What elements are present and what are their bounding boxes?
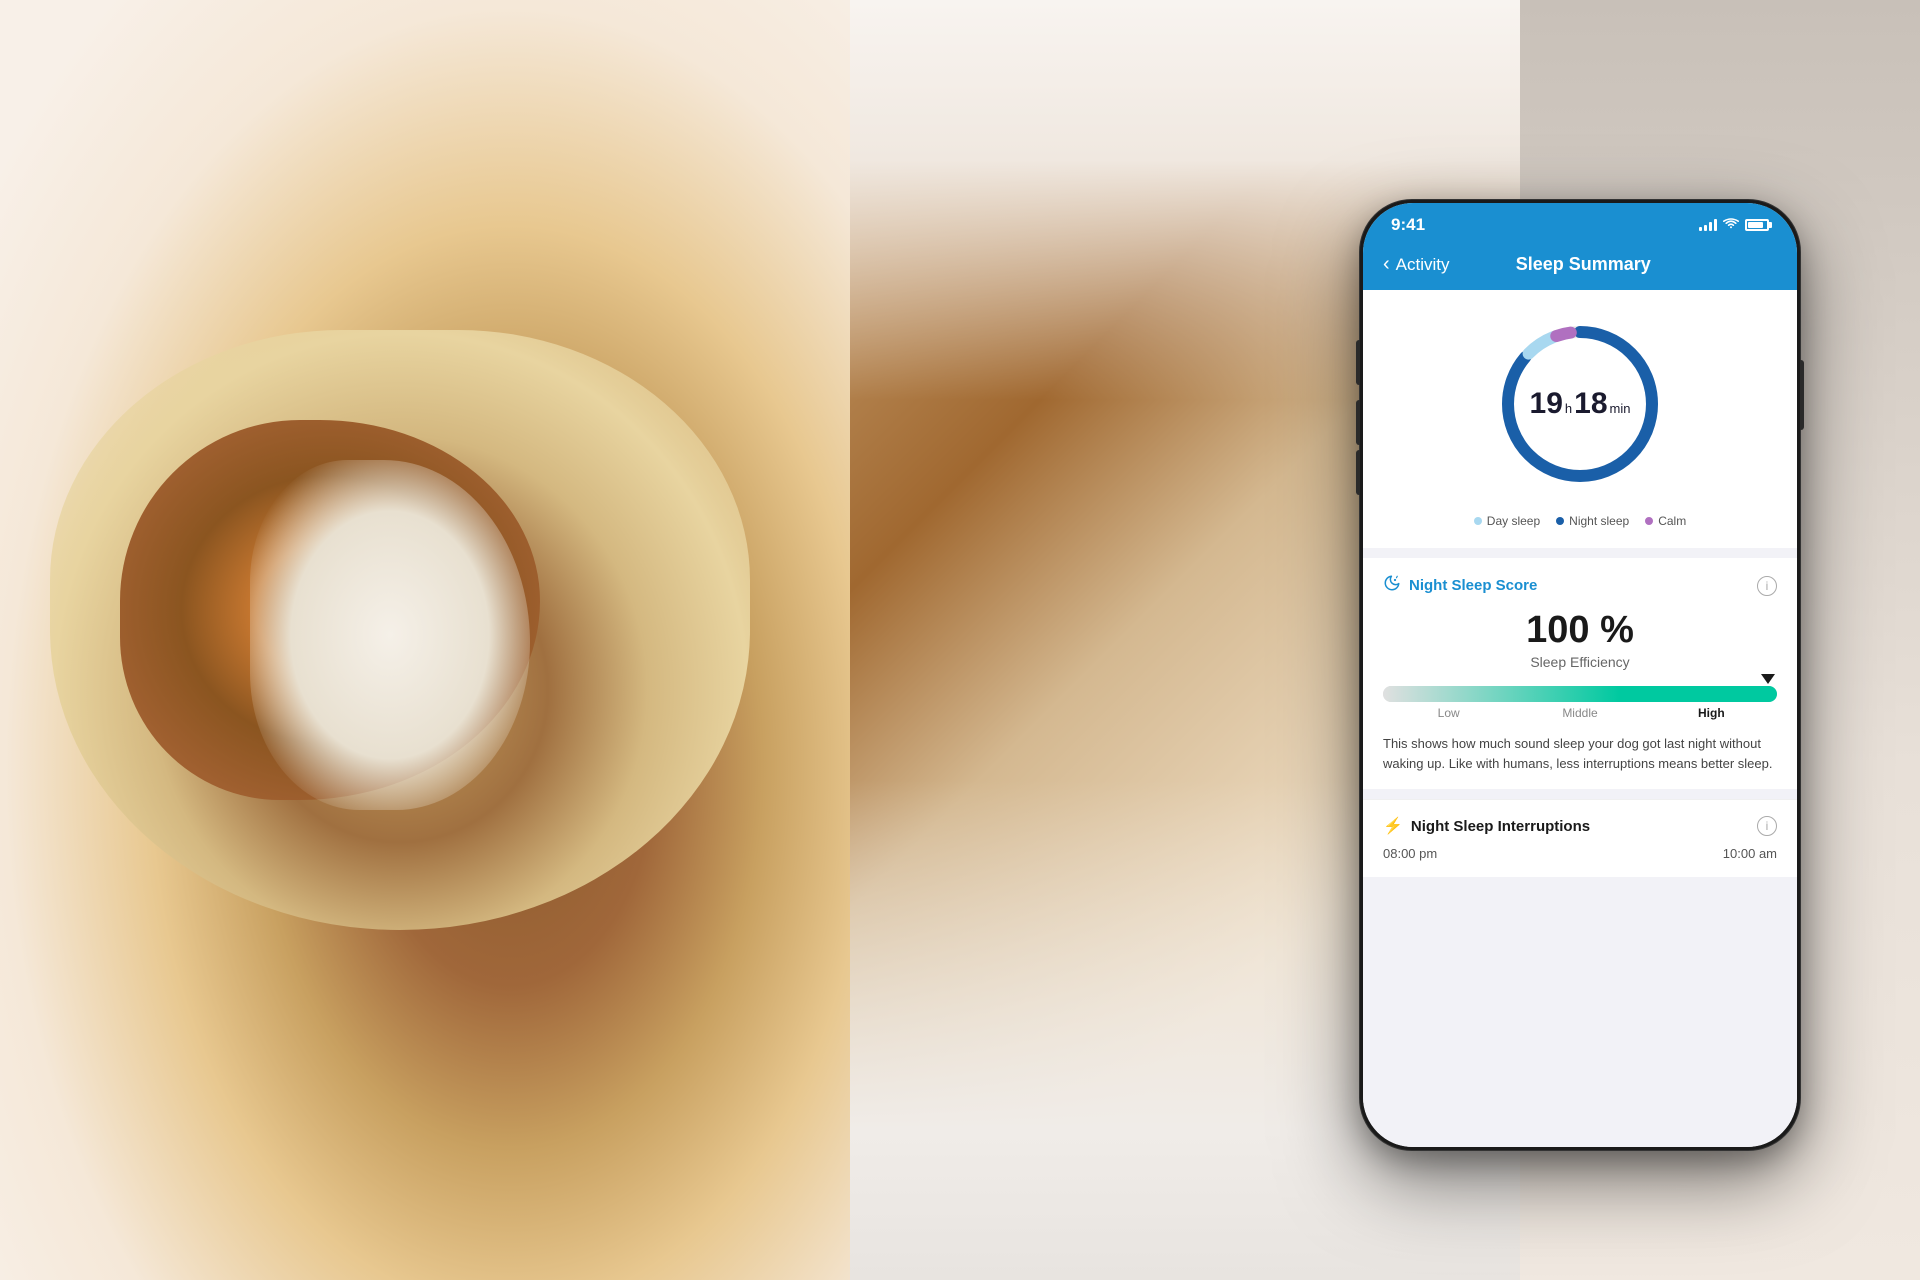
score-title: Night Sleep Score xyxy=(1383,574,1537,597)
day-sleep-dot xyxy=(1474,517,1482,525)
score-title-text: Night Sleep Score xyxy=(1409,577,1537,594)
wifi-icon xyxy=(1723,217,1739,233)
calm-dot xyxy=(1645,517,1653,525)
score-info-button[interactable]: i xyxy=(1757,576,1777,596)
score-value: 100 % xyxy=(1383,609,1777,652)
moon-icon xyxy=(1383,574,1401,597)
day-sleep-label: Day sleep xyxy=(1487,514,1540,528)
battery-icon xyxy=(1745,219,1769,231)
nav-title: Sleep Summary xyxy=(1450,254,1717,275)
progress-bar-track xyxy=(1383,686,1777,702)
back-button[interactable]: ‹ Activity xyxy=(1383,253,1450,276)
interruptions-start-time: 08:00 pm xyxy=(1383,846,1437,861)
phone-wrapper: 9:41 xyxy=(1360,200,1800,1150)
sleep-minutes: 18 xyxy=(1574,386,1607,422)
interruptions-time-row: 08:00 pm 10:00 am xyxy=(1383,846,1777,861)
minutes-unit: min xyxy=(1610,401,1631,417)
dog-scene xyxy=(0,0,850,1280)
legend-calm: Calm xyxy=(1645,514,1686,528)
progress-high-label: High xyxy=(1646,706,1777,720)
legend-night-sleep: Night sleep xyxy=(1556,514,1629,528)
phone-screen: 9:41 xyxy=(1363,203,1797,1147)
night-sleep-dot xyxy=(1556,517,1564,525)
interruptions-info-button[interactable]: i xyxy=(1757,816,1777,836)
sleep-circle-container: 19 h 18 min xyxy=(1490,314,1670,494)
back-label: Activity xyxy=(1396,255,1450,275)
night-sleep-label: Night sleep xyxy=(1569,514,1629,528)
interruptions-title: ⚡ Night Sleep Interruptions xyxy=(1383,816,1590,836)
lightning-icon: ⚡ xyxy=(1383,816,1403,836)
progress-middle-label: Middle xyxy=(1514,706,1645,720)
progress-labels: Low Middle High xyxy=(1383,706,1777,720)
progress-bar-fill xyxy=(1383,686,1777,702)
nav-bar: ‹ Activity Sleep Summary xyxy=(1363,243,1797,290)
interruptions-title-text: Night Sleep Interruptions xyxy=(1411,818,1590,835)
hours-unit: h xyxy=(1565,401,1572,417)
phone-device: 9:41 xyxy=(1360,200,1800,1150)
score-section-header: Night Sleep Score i xyxy=(1383,574,1777,597)
sleep-circle-section: 19 h 18 min Day sleep xyxy=(1363,290,1797,548)
signal-icon xyxy=(1699,219,1717,231)
app-content[interactable]: 19 h 18 min Day sleep xyxy=(1363,290,1797,1147)
score-description: This shows how much sound sleep your dog… xyxy=(1383,734,1777,773)
chevron-left-icon: ‹ xyxy=(1383,253,1390,276)
circle-center-text: 19 h 18 min xyxy=(1530,386,1631,422)
info-icon-2: i xyxy=(1766,819,1769,833)
status-icons xyxy=(1699,217,1769,233)
sleep-legend: Day sleep Night sleep Calm xyxy=(1474,514,1686,528)
interruptions-end-time: 10:00 am xyxy=(1723,846,1777,861)
status-time: 9:41 xyxy=(1391,215,1425,235)
score-sublabel: Sleep Efficiency xyxy=(1383,654,1777,670)
status-bar: 9:41 xyxy=(1363,203,1797,243)
interruptions-header: ⚡ Night Sleep Interruptions i xyxy=(1383,816,1777,836)
sleep-score-section: Night Sleep Score i 100 % Sleep Efficien… xyxy=(1363,558,1797,789)
calm-label: Calm xyxy=(1658,514,1686,528)
legend-day-sleep: Day sleep xyxy=(1474,514,1540,528)
interruptions-section: ⚡ Night Sleep Interruptions i 08:00 pm 1… xyxy=(1363,799,1797,877)
progress-indicator-arrow xyxy=(1761,674,1775,684)
progress-low-label: Low xyxy=(1383,706,1514,720)
sleep-hours: 19 xyxy=(1530,386,1563,422)
info-icon: i xyxy=(1766,579,1769,593)
sleep-progress-container: Low Middle High xyxy=(1383,686,1777,720)
